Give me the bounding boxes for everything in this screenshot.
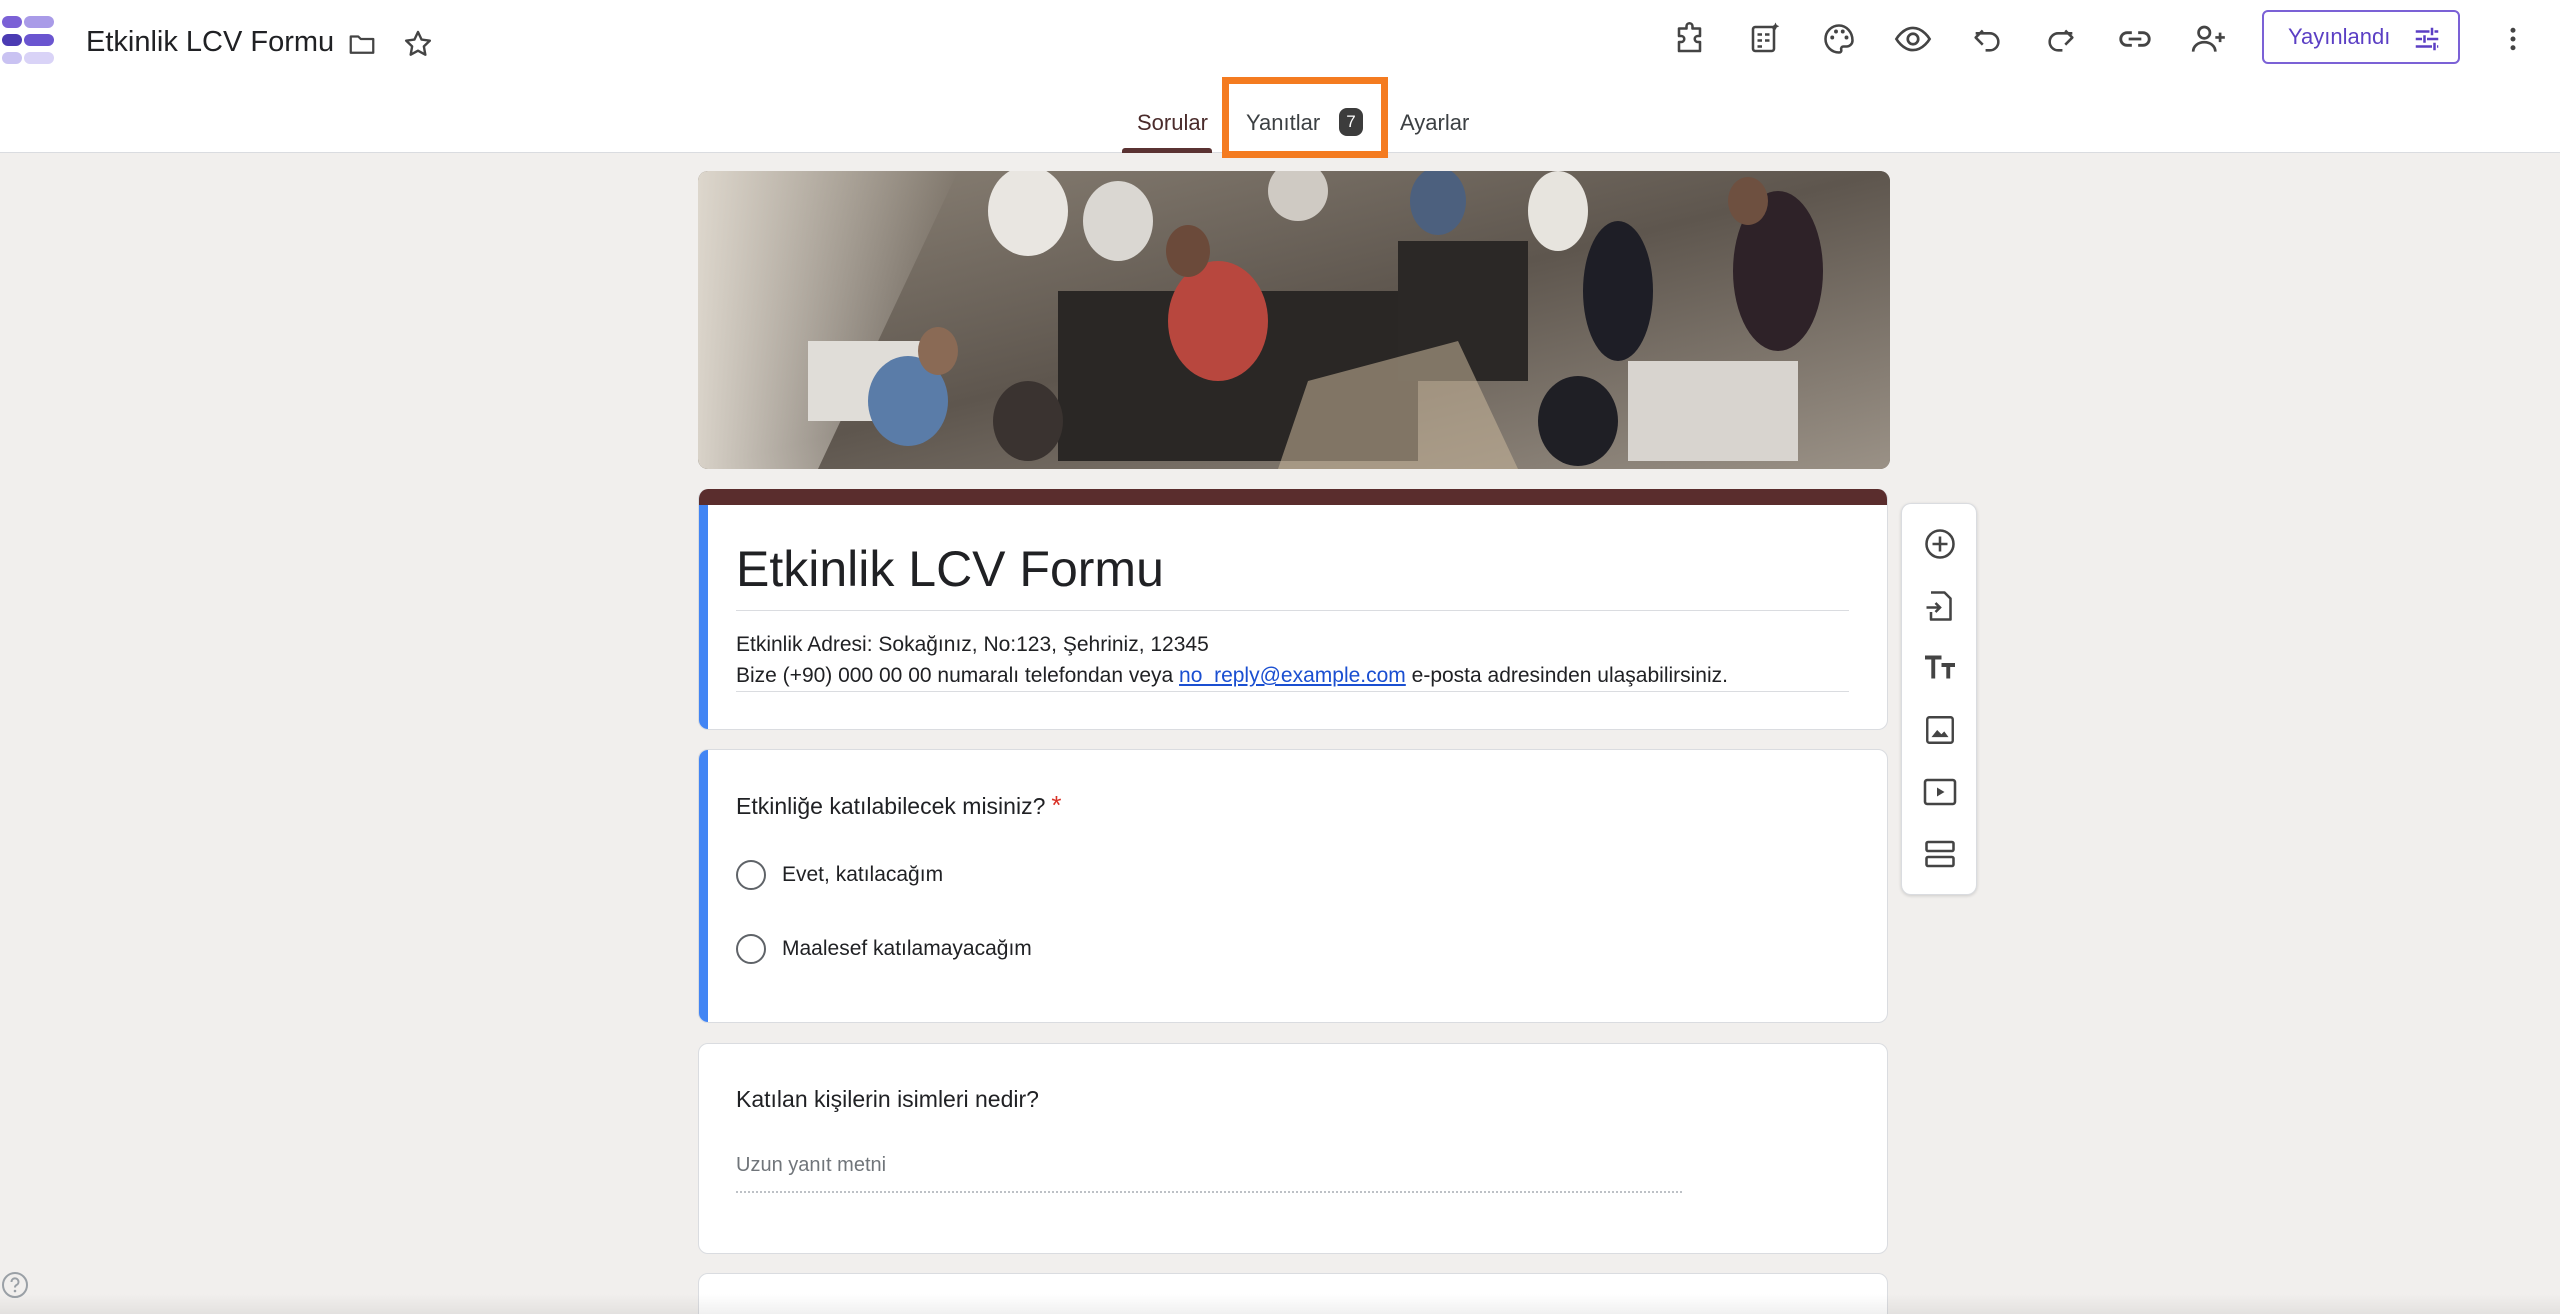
floating-toolbar: [1901, 503, 1977, 895]
document-title[interactable]: Etkinlik LCV Formu: [86, 24, 334, 60]
description-line-2: Bize (+90) 000 00 00 numaralı telefondan…: [736, 660, 1728, 691]
preview-icon[interactable]: [1890, 16, 1936, 62]
published-button[interactable]: Yayınlandı: [2262, 10, 2460, 64]
party-photo: [698, 171, 1890, 469]
add-title-icon[interactable]: [1916, 644, 1964, 692]
app-header: Etkinlik LCV Formu Yayınlandı Sorular Ya…: [0, 0, 2560, 158]
question-card[interactable]: Katılan kişilerin isimleri nedir? Uzun y…: [698, 1043, 1888, 1254]
question-text: Etkinliğe katılabilecek misiniz?: [736, 793, 1046, 819]
tab-responses[interactable]: Yanıtlar: [1246, 110, 1320, 136]
add-collaborator-icon[interactable]: [2186, 16, 2232, 62]
radio-option[interactable]: Maalesef katılamayacağım: [736, 934, 1032, 964]
redo-icon[interactable]: [2038, 16, 2084, 62]
form-title[interactable]: Etkinlik LCV Formu: [736, 539, 1164, 599]
more-vert-icon[interactable]: [2490, 16, 2536, 62]
undo-icon[interactable]: [1964, 16, 2010, 62]
form-description[interactable]: Etkinlik Adresi: Sokağınız, No:123, Şehr…: [736, 629, 1728, 691]
form-title-card[interactable]: Etkinlik LCV Formu Etkinlik Adresi: Soka…: [698, 489, 1888, 730]
tab-settings[interactable]: Ayarlar: [1400, 110, 1469, 136]
ai-form-icon[interactable]: [1742, 16, 1788, 62]
forms-logo-icon[interactable]: [2, 14, 56, 66]
option-label: Evet, katılacağım: [782, 863, 944, 886]
add-section-icon[interactable]: [1916, 830, 1964, 878]
folder-icon[interactable]: [342, 24, 382, 64]
option-label: Maalesef katılamayacağım: [782, 937, 1032, 960]
active-tab-indicator: [1122, 148, 1212, 153]
import-questions-icon[interactable]: [1916, 582, 1964, 630]
theme-color-strip: [699, 489, 1887, 505]
tab-questions[interactable]: Sorular: [1137, 110, 1208, 136]
radio-button[interactable]: [736, 860, 766, 890]
star-icon[interactable]: [398, 24, 438, 64]
responses-count-badge: 7: [1339, 108, 1363, 136]
palette-icon[interactable]: [1816, 16, 1862, 62]
description-text-end: e-posta adresinden ulaşabilirsiniz.: [1405, 664, 1728, 687]
required-asterisk: *: [1051, 790, 1062, 820]
long-answer-line: [736, 1191, 1682, 1193]
add-video-icon[interactable]: [1916, 768, 1964, 816]
header-image: [698, 171, 1890, 469]
description-underline: [736, 691, 1849, 692]
radio-button[interactable]: [736, 934, 766, 964]
active-card-indicator: [699, 750, 708, 1022]
addons-icon[interactable]: [1668, 16, 1714, 62]
question-card[interactable]: Etkinliğe katılabilecek misiniz? * Evet, …: [698, 749, 1888, 1023]
long-answer-placeholder: Uzun yanıt metni: [736, 1154, 887, 1176]
description-line-1: Etkinlik Adresi: Sokağınız, No:123, Şehr…: [736, 633, 1209, 656]
link-icon[interactable]: [2112, 16, 2158, 62]
contact-email-link[interactable]: no_reply@example.com: [1179, 664, 1406, 687]
question-title: Etkinliğe katılabilecek misiniz? *: [736, 790, 1061, 821]
bottom-shadow: [0, 1294, 2560, 1314]
description-text: Bize (+90) 000 00 00 numaralı telefondan…: [736, 664, 1180, 687]
tune-icon: [2415, 27, 2439, 51]
title-underline: [736, 610, 1849, 611]
add-question-icon[interactable]: [1916, 520, 1964, 568]
published-label: Yayınlandı: [2288, 24, 2391, 49]
radio-option[interactable]: Evet, katılacağım: [736, 860, 943, 890]
add-image-icon[interactable]: [1916, 706, 1964, 754]
form-tabs: Sorular Yanıtlar Ayarlar: [0, 100, 2560, 153]
active-card-indicator: [699, 505, 708, 729]
question-title: Katılan kişilerin isimleri nedir?: [736, 1086, 1039, 1112]
